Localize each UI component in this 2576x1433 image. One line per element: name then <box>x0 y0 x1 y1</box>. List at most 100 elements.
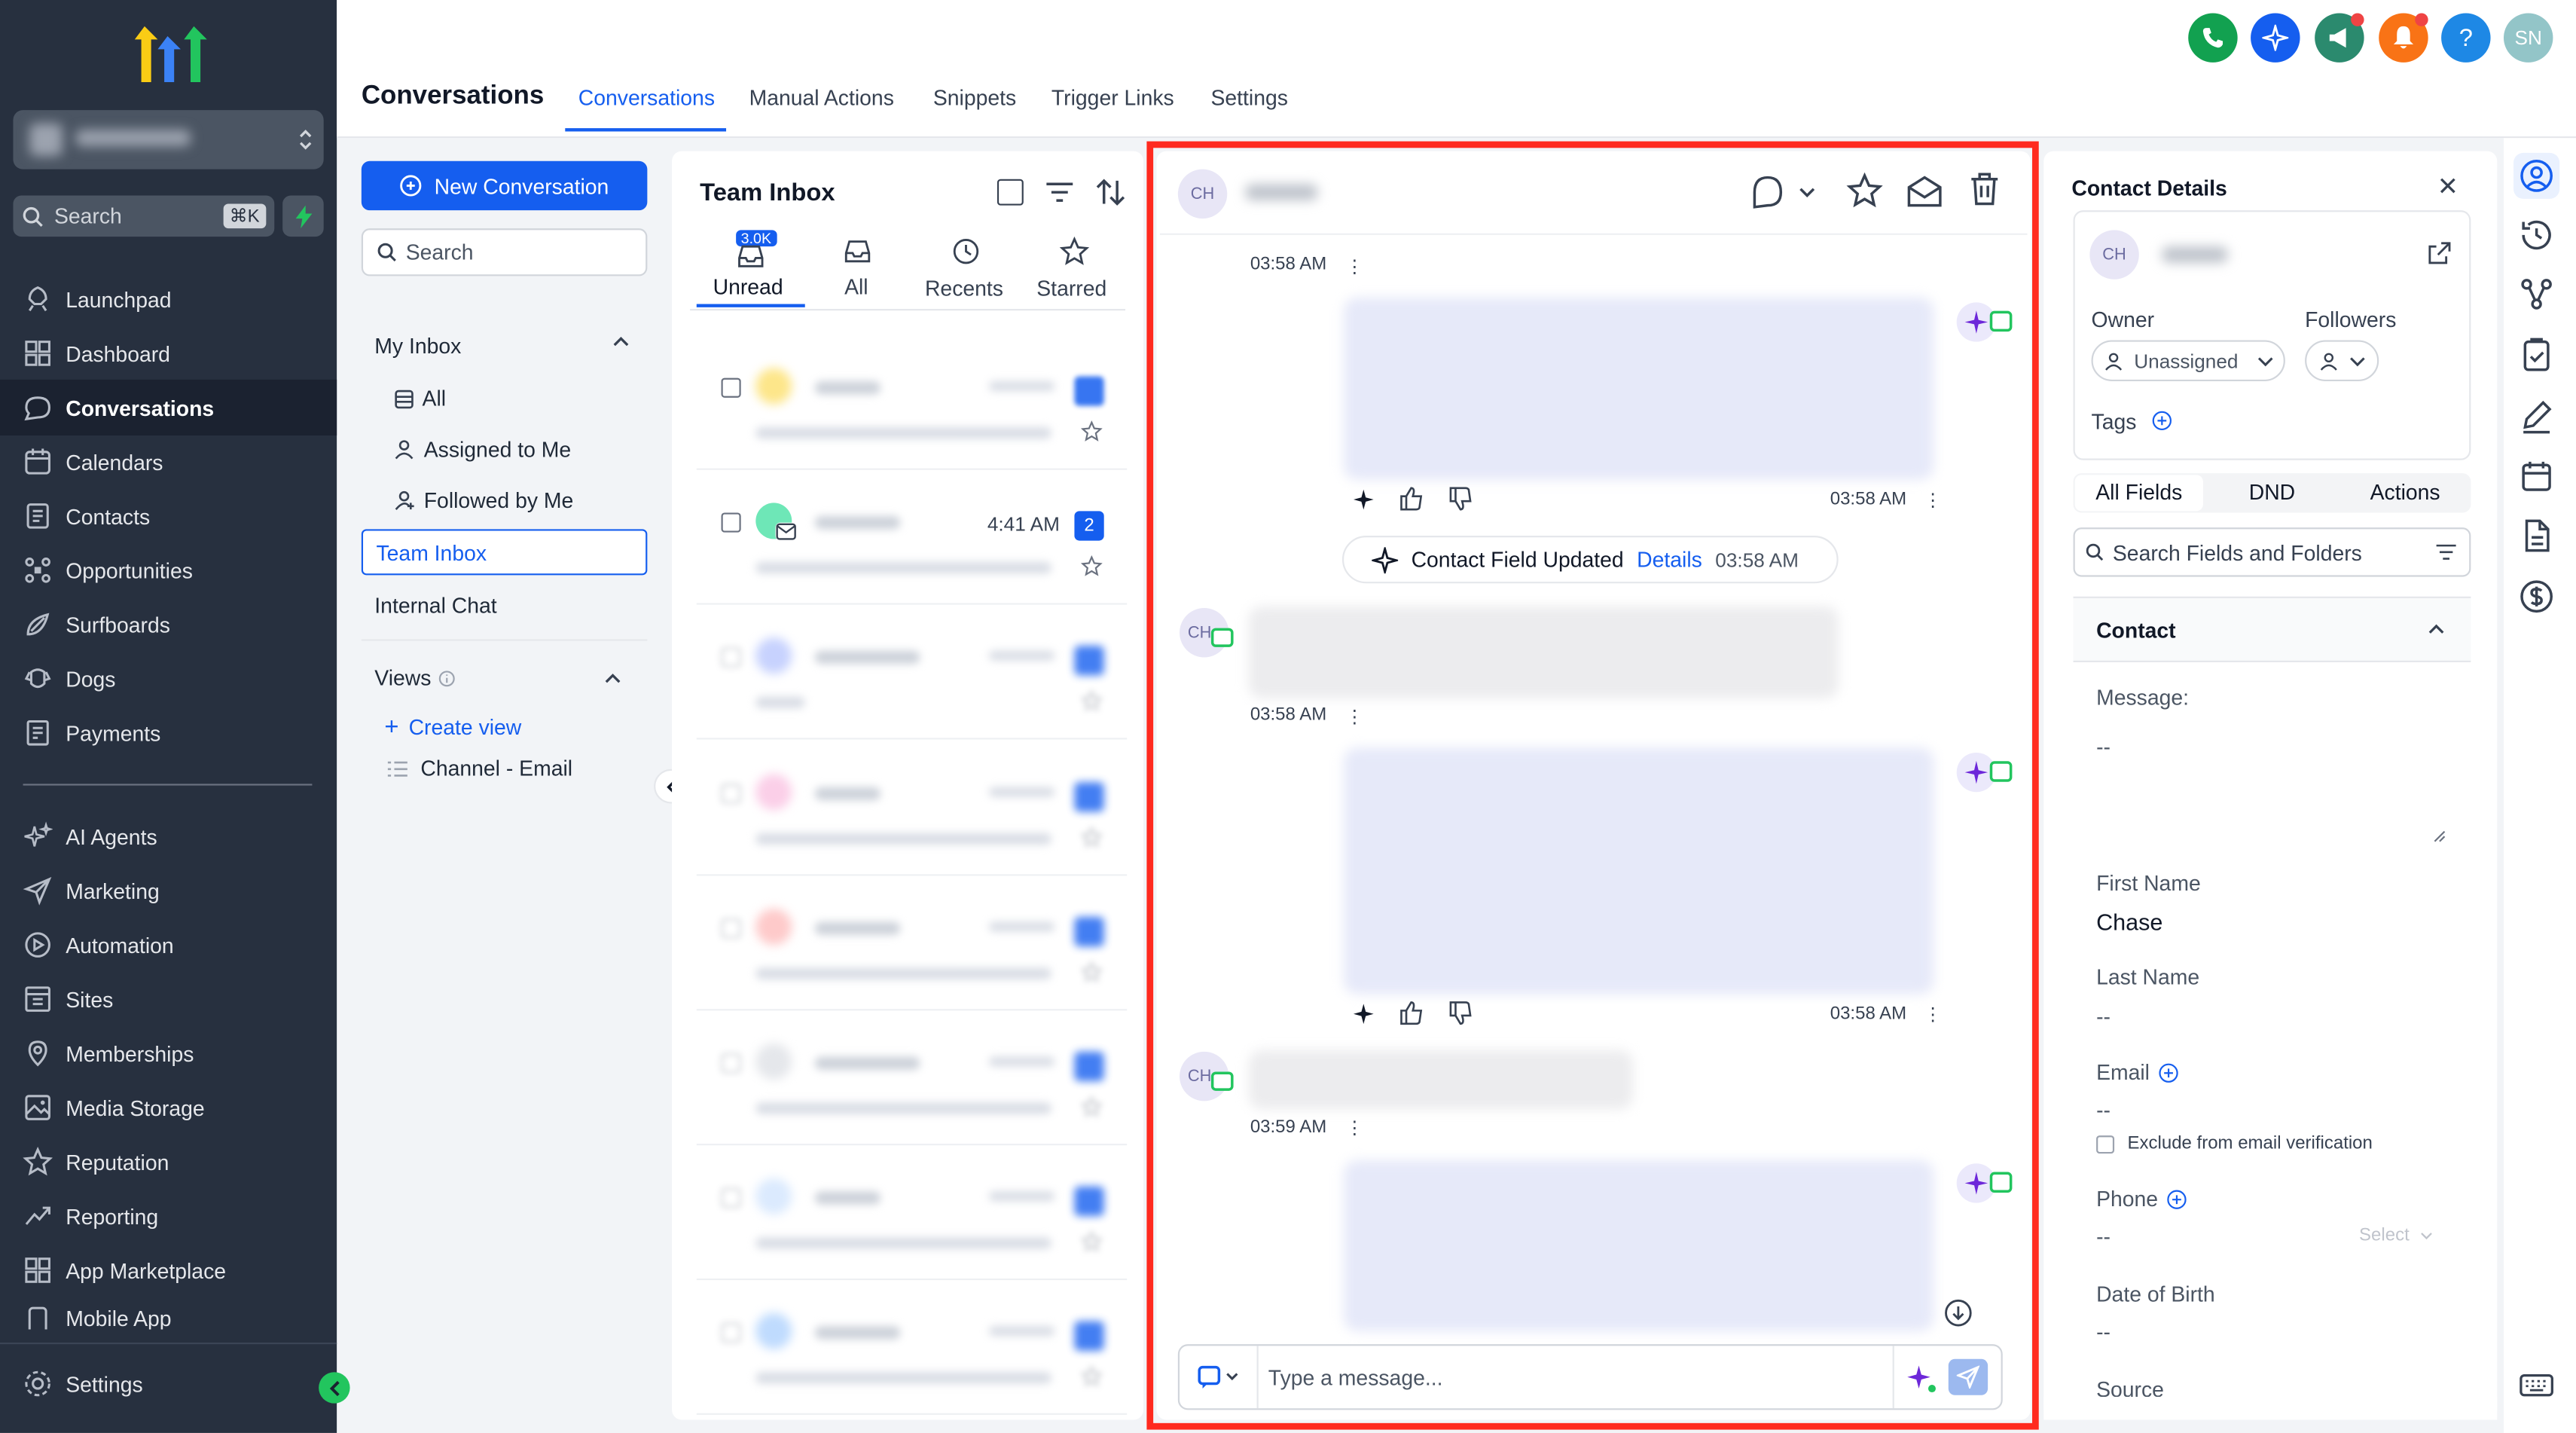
conversation-row[interactable] <box>696 747 1128 876</box>
star-icon[interactable] <box>1081 961 1103 982</box>
sidebar-item-dogs[interactable]: Dogs <box>23 661 115 697</box>
followers-select[interactable] <box>2305 340 2379 382</box>
last-name-value[interactable]: -- <box>2096 1004 2111 1029</box>
inbox-assigned-to-me[interactable]: Assigned to Me <box>394 437 571 462</box>
avatar[interactable]: SN <box>2503 13 2553 63</box>
dob-value[interactable]: -- <box>2096 1319 2111 1344</box>
calendar-icon[interactable] <box>2519 459 2555 495</box>
sidebar-item-conversations[interactable]: Conversations <box>23 390 214 426</box>
checkbox[interactable] <box>2096 1135 2115 1153</box>
star-icon[interactable] <box>1081 420 1103 442</box>
keyboard-icon[interactable] <box>2519 1367 2555 1404</box>
tab-recents[interactable]: Recents <box>923 237 1012 302</box>
row-checkbox[interactable] <box>721 1053 741 1074</box>
contact-profile-icon[interactable] <box>2519 157 2555 194</box>
star-icon[interactable] <box>1081 1230 1103 1252</box>
new-conversation-button[interactable]: New Conversation <box>361 160 648 211</box>
email-value[interactable]: -- <box>2096 1098 2111 1123</box>
filter-icon[interactable] <box>1045 179 1074 206</box>
tab-settings[interactable]: Settings <box>1210 85 1287 110</box>
conversation-row[interactable]: 4:41 AM 2 <box>696 477 1128 605</box>
workflow-icon[interactable] <box>2519 276 2555 312</box>
inbox-search-input[interactable]: Search <box>361 228 648 277</box>
resize-handle-icon[interactable] <box>2433 830 2446 842</box>
row-checkbox[interactable] <box>721 647 741 668</box>
views-header[interactable]: Views <box>374 665 621 690</box>
row-checkbox[interactable] <box>721 1322 741 1343</box>
row-checkbox[interactable] <box>721 512 741 533</box>
add-email-icon[interactable] <box>2158 1062 2178 1082</box>
notifications-button[interactable] <box>2379 13 2428 63</box>
sidebar-item-reporting[interactable]: Reporting <box>23 1198 158 1234</box>
sidebar-search[interactable]: Search ⌘K <box>13 195 275 237</box>
tab-trigger-links[interactable]: Trigger Links <box>1051 85 1174 110</box>
document-icon[interactable] <box>2519 518 2555 554</box>
tasks-icon[interactable] <box>2519 337 2555 373</box>
filter-icon[interactable] <box>2436 544 2456 561</box>
sidebar-item-contacts[interactable]: Contacts <box>23 498 150 534</box>
my-inbox-header[interactable]: My Inbox <box>374 334 629 358</box>
conversation-row[interactable] <box>696 1152 1128 1281</box>
conversation-row[interactable] <box>696 611 1128 740</box>
ai-assistant-button[interactable] <box>2251 13 2300 63</box>
phone-button[interactable] <box>2188 13 2238 63</box>
tab-all-fields[interactable]: All Fields <box>2074 475 2203 512</box>
help-button[interactable]: ? <box>2441 13 2491 63</box>
conversation-row[interactable] <box>696 1017 1128 1146</box>
sidebar-item-app-marketplace[interactable]: App Marketplace <box>23 1252 226 1288</box>
tab-dnd[interactable]: DND <box>2210 475 2335 511</box>
collapse-sidebar-button[interactable] <box>319 1372 350 1404</box>
sidebar-item-marketing[interactable]: Marketing <box>23 872 160 909</box>
sidebar-item-payments[interactable]: Payments <box>23 715 160 751</box>
inbox-followed-by-me[interactable]: Followed by Me <box>394 488 573 513</box>
sidebar-item-sites[interactable]: Sites <box>23 981 113 1017</box>
conversation-row[interactable] <box>696 882 1128 1011</box>
tab-unread[interactable]: 3.0K Unread <box>696 230 805 309</box>
star-icon[interactable] <box>1081 690 1103 711</box>
sidebar-item-memberships[interactable]: Memberships <box>23 1035 194 1071</box>
external-link-icon[interactable] <box>2428 242 2452 265</box>
phone-value[interactable]: -- <box>2096 1224 2111 1249</box>
fields-search-input[interactable]: Search Fields and Folders <box>2073 527 2471 577</box>
row-checkbox[interactable] <box>721 918 741 939</box>
conversation-row[interactable] <box>696 1287 1128 1415</box>
announcements-button[interactable] <box>2315 13 2364 63</box>
row-checkbox[interactable] <box>721 1187 741 1208</box>
sidebar-item-calendars[interactable]: Calendars <box>23 444 163 480</box>
sidebar-item-opportunities[interactable]: Opportunities <box>23 552 193 588</box>
select-all-checkbox[interactable] <box>997 179 1024 206</box>
contact-section-header[interactable]: Contact <box>2073 596 2471 662</box>
star-icon[interactable] <box>1081 826 1103 848</box>
activity-history-icon[interactable] <box>2519 217 2555 253</box>
owner-select[interactable]: Unassigned <box>2091 340 2285 382</box>
star-icon[interactable] <box>1081 1365 1103 1386</box>
close-icon[interactable] <box>2440 178 2456 194</box>
quick-action-button[interactable] <box>282 195 324 237</box>
star-icon[interactable] <box>1081 1095 1103 1117</box>
exclude-email-checkbox[interactable]: Exclude from email verification <box>2096 1134 2373 1153</box>
tab-all[interactable]: All <box>838 237 881 302</box>
sidebar-item-dashboard[interactable]: Dashboard <box>23 335 170 371</box>
sort-icon[interactable] <box>1094 176 1128 209</box>
message-value[interactable]: -- <box>2096 735 2111 759</box>
inbox-all[interactable]: All <box>394 387 446 411</box>
row-checkbox[interactable] <box>721 377 741 398</box>
sidebar-item-settings[interactable]: Settings <box>23 1365 143 1401</box>
tab-starred[interactable]: Starred <box>1035 237 1117 302</box>
sidebar-item-surfboards[interactable]: Surfboards <box>23 607 170 643</box>
tab-conversations[interactable]: Conversations <box>578 85 715 110</box>
sidebar-item-launchpad[interactable]: Launchpad <box>23 281 172 317</box>
conversation-row[interactable] <box>696 342 1128 470</box>
sidebar-item-automation[interactable]: Automation <box>23 927 174 963</box>
tab-actions[interactable]: Actions <box>2341 475 2469 511</box>
tab-snippets[interactable]: Snippets <box>933 85 1016 110</box>
row-checkbox[interactable] <box>721 784 741 804</box>
phone-type-select[interactable]: Select <box>2359 1226 2432 1245</box>
view-channel-email[interactable]: Channel - Email <box>387 756 572 781</box>
first-name-value[interactable]: Chase <box>2096 909 2162 935</box>
add-phone-icon[interactable] <box>2166 1189 2186 1208</box>
internal-chat-nav[interactable]: Internal Chat <box>374 593 496 618</box>
sidebar-item-reputation[interactable]: Reputation <box>23 1144 169 1180</box>
star-icon[interactable] <box>1081 555 1103 576</box>
team-inbox-nav[interactable]: Team Inbox <box>361 529 648 576</box>
